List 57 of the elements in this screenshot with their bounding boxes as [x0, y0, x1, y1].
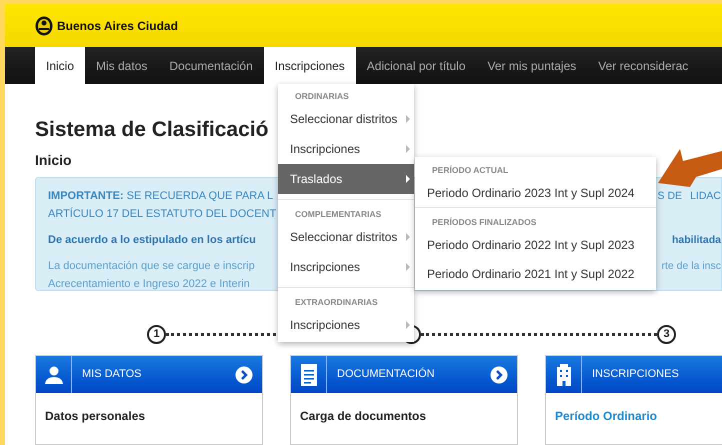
- nav-tab[interactable]: Documentación: [158, 47, 264, 84]
- menu-item[interactable]: Inscripciones: [278, 134, 414, 164]
- caret-icon: [406, 145, 410, 153]
- menu-item[interactable]: Periodo Ordinario 2021 Int y Supl 2022: [415, 259, 656, 288]
- building-icon: [554, 364, 572, 386]
- menu-heading: PERÍODOS FINALIZADOS: [431, 216, 538, 229]
- menu-item[interactable]: Seleccionar distritos: [278, 104, 414, 134]
- caret-icon: [406, 263, 410, 271]
- caret-icon: [406, 321, 410, 329]
- nav-tab[interactable]: Ver mis puntajes: [476, 47, 588, 84]
- nav-tab[interactable]: Adicional por título: [356, 47, 477, 84]
- caret-icon: [406, 115, 410, 123]
- menu-item[interactable]: Periodo Ordinario 2023 Int y Supl 2024: [415, 178, 656, 207]
- step-number: 3: [657, 324, 676, 344]
- nav-tab[interactable]: Inicio: [35, 47, 86, 84]
- menu-item[interactable]: Inscripciones: [278, 252, 414, 282]
- card-title: DOCUMENTACIÓN: [337, 366, 436, 382]
- card-heading: Carga de documentos: [300, 409, 426, 423]
- card-header[interactable]: INSCRIPCIONES: [546, 356, 722, 393]
- document-icon: [300, 364, 316, 386]
- person-icon: [44, 364, 64, 384]
- caret-icon: [406, 175, 410, 183]
- chevron-right-icon[interactable]: [490, 366, 508, 384]
- caret-icon: [406, 233, 410, 241]
- nav-tab[interactable]: Inscripciones: [264, 47, 356, 84]
- menu-item[interactable]: Traslados: [278, 164, 414, 194]
- menu-heading: PERÍODO ACTUAL: [431, 164, 510, 177]
- card-header[interactable]: MIS DATOS: [36, 356, 262, 393]
- notice-text: rte de la insc: [661, 259, 721, 274]
- page-title: Sistema de Clasificació: [35, 118, 268, 142]
- brand-name[interactable]: Buenos Aires Ciudad: [57, 16, 178, 34]
- menu-heading: ORDINARIAS: [294, 90, 350, 103]
- notice-text: LIDAC: [690, 189, 721, 204]
- menu-item[interactable]: Inscripciones: [278, 310, 414, 340]
- page-subtitle: Inicio: [35, 151, 72, 170]
- notice-text: S DE: [658, 189, 682, 204]
- menu-item[interactable]: Seleccionar distritos: [278, 222, 414, 252]
- menu-heading: EXTRAORDINARIAS: [294, 296, 379, 309]
- card-title: INSCRIPCIONES: [592, 367, 680, 382]
- notice-text: ARTÍCULO 17 DEL ESTATUTO DEL DOCENT: [48, 206, 276, 222]
- notice-text: habilitada: [672, 233, 721, 248]
- card-title: MIS DATOS: [82, 367, 142, 382]
- arrow-icon: [656, 149, 722, 187]
- menu-item[interactable]: Periodo Ordinario 2022 Int y Supl 2023: [415, 230, 656, 259]
- nav-tab[interactable]: Mis datos: [85, 47, 158, 84]
- nav-tab[interactable]: Ver reconsiderac: [587, 47, 700, 84]
- menu-heading: COMPLEMENTARIAS: [294, 208, 382, 221]
- period-link[interactable]: Período Ordinario: [555, 409, 658, 423]
- notice-text: De acuerdo a lo estipulado en los artícu: [48, 233, 256, 248]
- notice-text: IMPORTANTE: SE RECUERDA QUE PARA L: [48, 189, 274, 204]
- chevron-right-icon[interactable]: [235, 366, 253, 384]
- notice-text: La documentación que se cargue e inscrip: [48, 259, 255, 274]
- step-number: 1: [147, 324, 166, 344]
- card-header[interactable]: DOCUMENTACIÓN: [291, 356, 517, 393]
- logo-icon[interactable]: [35, 16, 53, 36]
- card-heading: Datos personales: [45, 409, 146, 423]
- notice-text: Acrecentamiento e Ingreso 2022 e Interin: [48, 277, 250, 292]
